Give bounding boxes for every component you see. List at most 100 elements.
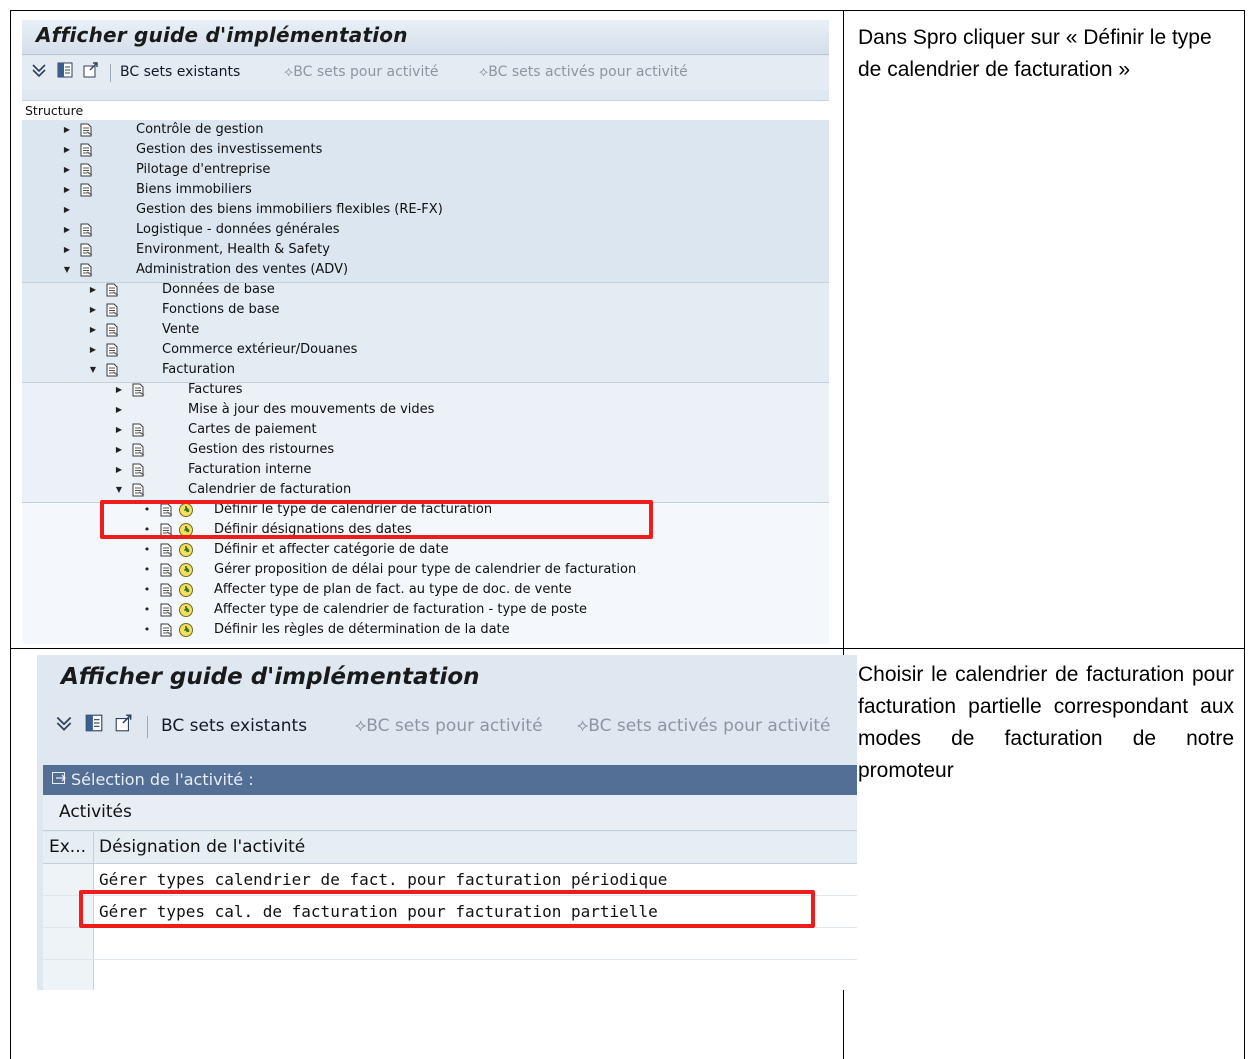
bc-set-icon: ⟡ bbox=[284, 64, 294, 80]
tree-node[interactable]: ▶ Fonctions de base bbox=[22, 300, 829, 320]
expanded-arrow-icon[interactable]: ▼ bbox=[62, 260, 72, 280]
tree-node-label: Administration des ventes (ADV) bbox=[136, 262, 349, 277]
tree-node[interactable]: ▶ Gestion des ristournes bbox=[22, 440, 829, 460]
tree-node[interactable]: ▶ Pilotage d'entreprise bbox=[22, 160, 829, 180]
bc-sets-pour-activite-button[interactable]: ⟡BC sets pour activité bbox=[355, 716, 543, 736]
tree-node[interactable]: ▶ Données de base bbox=[22, 280, 829, 300]
document-info-icon[interactable] bbox=[81, 713, 107, 739]
tree-node[interactable]: ▼ Calendrier de facturation bbox=[22, 480, 829, 500]
documentation-icon[interactable] bbox=[106, 303, 119, 317]
bc-sets-actives-button[interactable]: ⟡BC sets activés pour activité bbox=[479, 64, 688, 80]
collapsed-arrow-icon[interactable]: ▶ bbox=[88, 320, 98, 340]
documentation-icon[interactable] bbox=[106, 283, 119, 297]
documentation-icon[interactable] bbox=[80, 263, 93, 277]
documentation-icon[interactable] bbox=[160, 563, 173, 577]
documentation-icon[interactable] bbox=[160, 543, 173, 557]
tree-node-label: Mise à jour des mouvements de vides bbox=[188, 402, 435, 417]
tree-node[interactable]: ▶ Biens immobiliers bbox=[22, 180, 829, 200]
execute-activity-icon[interactable] bbox=[178, 622, 194, 638]
bc-set-icon: ⟡ bbox=[355, 716, 367, 736]
tree-node[interactable]: ▼ Administration des ventes (ADV) bbox=[22, 260, 829, 280]
bc-sets-actives-button[interactable]: ⟡BC sets activés pour activité bbox=[577, 716, 830, 736]
tree-node[interactable]: ▶ Gestion des biens immobiliers flexibles… bbox=[22, 200, 829, 220]
execute-activity-icon[interactable] bbox=[178, 582, 194, 598]
instruction-text-2: Choisir le calendrier de facturation pou… bbox=[858, 663, 1234, 782]
collapsed-arrow-icon[interactable]: ▶ bbox=[114, 400, 124, 420]
tree-node[interactable]: ▶ Factures bbox=[22, 380, 829, 400]
tree-node[interactable]: ▶ Gestion des investissements bbox=[22, 140, 829, 160]
collapsed-arrow-icon[interactable]: ▶ bbox=[62, 160, 72, 180]
tree-node[interactable]: ▶ Contrôle de gestion bbox=[22, 120, 829, 140]
documentation-icon[interactable] bbox=[80, 143, 93, 157]
collapsed-arrow-icon[interactable]: ▶ bbox=[114, 460, 124, 480]
collapsed-arrow-icon[interactable]: ▶ bbox=[62, 180, 72, 200]
highlight-box-definir-type bbox=[100, 500, 653, 539]
tree-node-label: Gestion des investissements bbox=[136, 142, 323, 157]
table-row-empty bbox=[43, 928, 857, 960]
where-used-icon[interactable] bbox=[111, 713, 137, 739]
documentation-icon[interactable] bbox=[132, 383, 145, 397]
document-info-icon[interactable] bbox=[54, 61, 76, 83]
bc-sets-existants-button[interactable]: BC sets existants bbox=[120, 64, 240, 80]
column-header-designation[interactable]: Désignation de l'activité bbox=[94, 832, 857, 864]
highlight-box-facturation-partielle bbox=[79, 890, 815, 928]
tree-node-label: Environment, Health & Safety bbox=[136, 242, 330, 257]
tree-node[interactable]: ▶ Logistique - données générales bbox=[22, 220, 829, 240]
documentation-icon[interactable] bbox=[160, 623, 173, 637]
documentation-icon[interactable] bbox=[160, 583, 173, 597]
tree-node[interactable]: ▶ Cartes de paiement bbox=[22, 420, 829, 440]
documentation-icon[interactable] bbox=[132, 423, 145, 437]
bc-sets-existants-button[interactable]: BC sets existants bbox=[161, 716, 307, 736]
documentation-icon[interactable] bbox=[80, 223, 93, 237]
tree-node[interactable]: • Définir les règles de détermination de … bbox=[22, 620, 829, 640]
documentation-icon[interactable] bbox=[80, 183, 93, 197]
tree-node[interactable]: ▶ Mise à jour des mouvements de vides bbox=[22, 400, 829, 420]
documentation-icon[interactable] bbox=[132, 443, 145, 457]
documentation-icon[interactable] bbox=[80, 123, 93, 137]
documentation-icon[interactable] bbox=[106, 363, 119, 377]
documentation-icon[interactable] bbox=[106, 323, 119, 337]
expanded-arrow-icon[interactable]: ▼ bbox=[88, 360, 98, 380]
execute-activity-icon[interactable] bbox=[178, 562, 194, 578]
collapsed-arrow-icon[interactable]: ▶ bbox=[114, 420, 124, 440]
collapsed-arrow-icon[interactable]: ▶ bbox=[62, 240, 72, 260]
bc-sets-pour-activite-button[interactable]: ⟡BC sets pour activité bbox=[284, 64, 438, 80]
collapsed-arrow-icon[interactable]: ▶ bbox=[88, 340, 98, 360]
tree-node[interactable]: ▼ Facturation bbox=[22, 360, 829, 380]
documentation-icon[interactable] bbox=[160, 603, 173, 617]
documentation-icon[interactable] bbox=[132, 483, 145, 497]
documentation-icon[interactable] bbox=[106, 343, 119, 357]
tree-node[interactable]: ▶ Facturation interne bbox=[22, 460, 829, 480]
collapsed-arrow-icon[interactable]: ▶ bbox=[62, 140, 72, 160]
collapsed-arrow-icon[interactable]: ▶ bbox=[62, 200, 72, 220]
collapsed-arrow-icon[interactable]: ▶ bbox=[88, 300, 98, 320]
tree-node[interactable]: ▶ Commerce extérieur/Douanes bbox=[22, 340, 829, 360]
collapsed-arrow-icon[interactable]: ▶ bbox=[114, 380, 124, 400]
documentation-icon[interactable] bbox=[80, 163, 93, 177]
tree-node-label: Vente bbox=[162, 322, 200, 337]
tree-node[interactable]: ▶ Vente bbox=[22, 320, 829, 340]
collapsed-arrow-icon[interactable]: ▶ bbox=[88, 280, 98, 300]
dialog-icon bbox=[51, 766, 67, 796]
expand-all-icon[interactable] bbox=[28, 61, 50, 83]
documentation-icon[interactable] bbox=[132, 463, 145, 477]
expanded-arrow-icon[interactable]: ▼ bbox=[114, 480, 124, 500]
tree-node[interactable]: • Gérer proposition de délai pour type de… bbox=[22, 560, 829, 580]
tree-node[interactable]: • Affecter type de calendrier de facturat… bbox=[22, 600, 829, 620]
bc-set-icon: ⟡ bbox=[577, 716, 589, 736]
column-header-ex[interactable]: Ex... bbox=[43, 832, 94, 864]
collapsed-arrow-icon[interactable]: ▶ bbox=[62, 220, 72, 240]
tree-node[interactable]: • Définir et affecter catégorie de date bbox=[22, 540, 829, 560]
execute-activity-icon[interactable] bbox=[178, 602, 194, 618]
documentation-icon[interactable] bbox=[80, 243, 93, 257]
expand-all-icon[interactable] bbox=[51, 713, 77, 739]
collapsed-arrow-icon[interactable]: ▶ bbox=[114, 440, 124, 460]
tree-node-label: Affecter type de calendrier de facturati… bbox=[214, 602, 587, 617]
tree-node[interactable]: ▶ Environment, Health & Safety bbox=[22, 240, 829, 260]
collapsed-arrow-icon[interactable]: ▶ bbox=[62, 120, 72, 140]
tree-node-label: Commerce extérieur/Douanes bbox=[162, 342, 358, 357]
tree-node[interactable]: • Affecter type de plan de fact. au type … bbox=[22, 580, 829, 600]
execute-activity-icon[interactable] bbox=[178, 542, 194, 558]
where-used-icon[interactable] bbox=[80, 61, 102, 83]
table-border-top bbox=[10, 10, 1245, 11]
